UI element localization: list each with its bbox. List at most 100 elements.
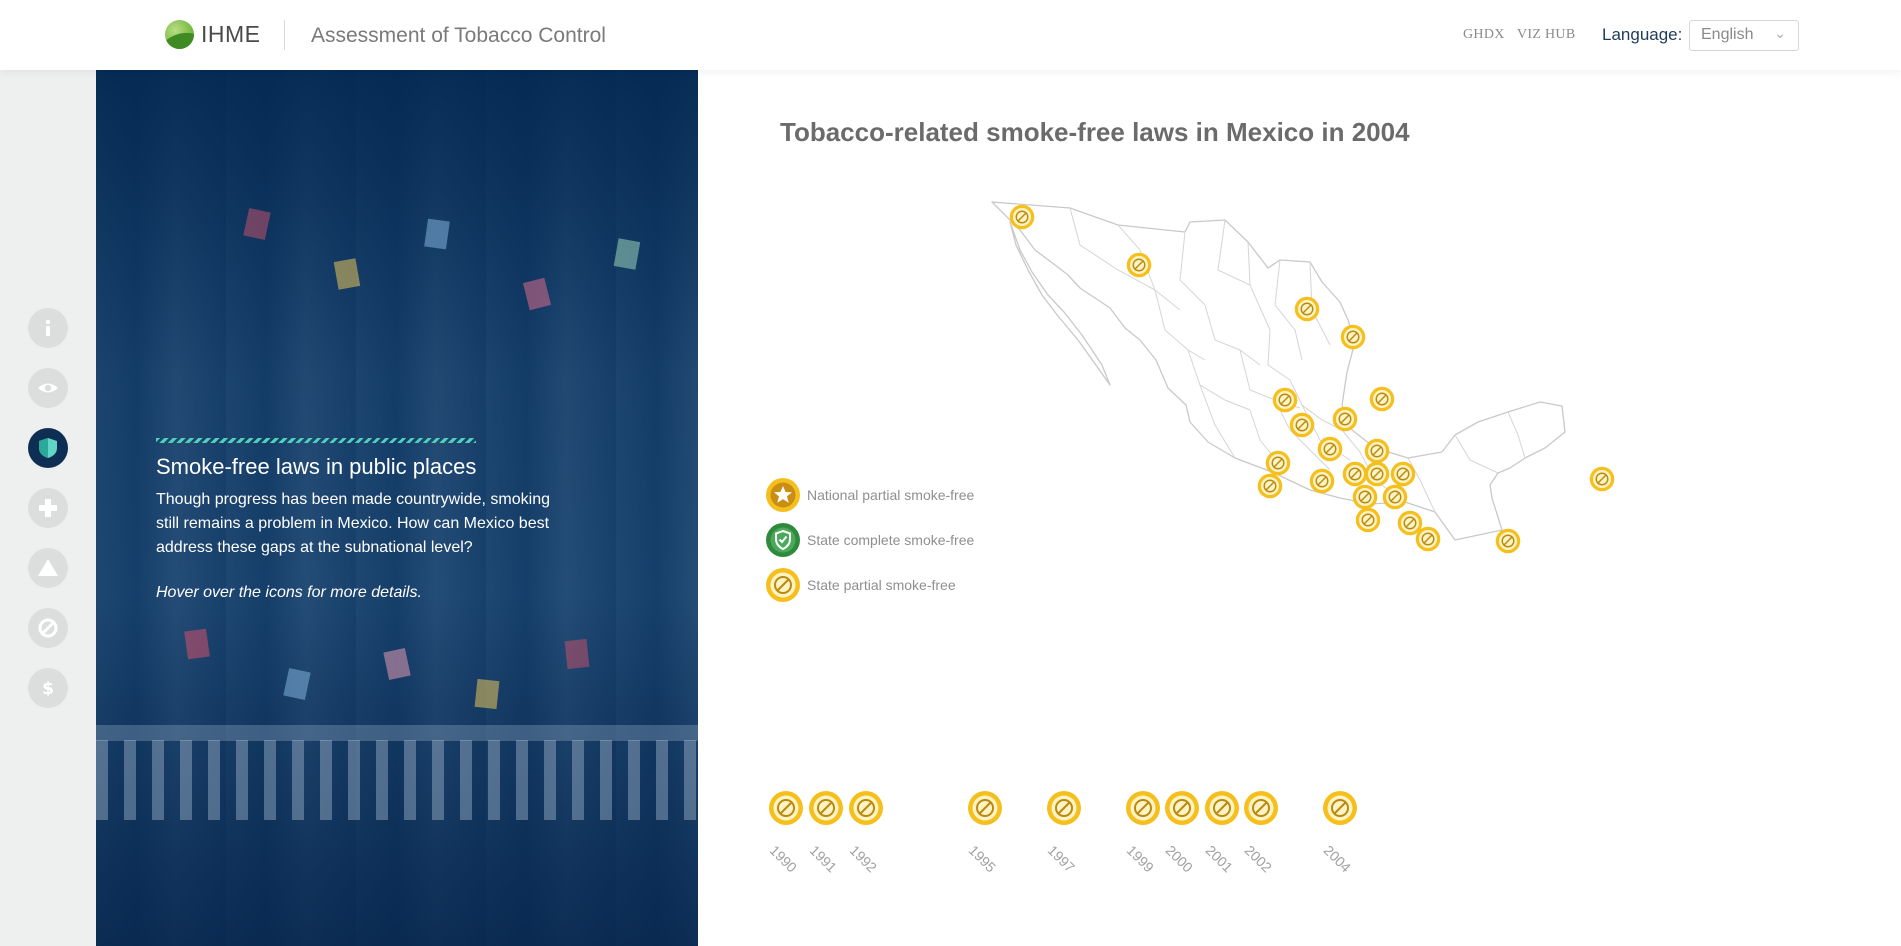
no-smoking-icon bbox=[38, 618, 58, 638]
shield-icon bbox=[39, 438, 57, 458]
timeline-year-2001[interactable]: 2001 bbox=[1202, 790, 1244, 880]
nav-link-viz-hub[interactable]: VIZ HUB bbox=[1517, 27, 1575, 43]
state-partial-marker-icon[interactable] bbox=[1309, 468, 1335, 494]
story-heading: Smoke-free laws in public places bbox=[156, 454, 477, 479]
timeline-year-label: 1992 bbox=[846, 842, 881, 876]
mexico-map bbox=[991, 201, 1566, 541]
timeline-year-2004[interactable]: 2004 bbox=[1320, 790, 1362, 880]
story-panel: Smoke-free laws in public places Though … bbox=[96, 70, 698, 946]
timeline-year-label: 1990 bbox=[766, 842, 801, 876]
no-smoking-badge-icon bbox=[1165, 791, 1199, 825]
no-smoking-badge-icon bbox=[1126, 791, 1160, 825]
rail-item-info[interactable] bbox=[28, 308, 68, 348]
papel-picado-flag bbox=[184, 628, 210, 660]
rail-item-plus[interactable] bbox=[28, 488, 68, 528]
timeline-year-label: 2004 bbox=[1320, 842, 1355, 876]
legend-label: State partial smoke-free bbox=[807, 577, 956, 593]
papel-picado-flag bbox=[613, 238, 641, 270]
rail-item-smoke-free[interactable] bbox=[28, 428, 68, 468]
timeline-year-label: 1995 bbox=[965, 842, 1000, 876]
rail-item-no-smoking[interactable] bbox=[28, 608, 68, 648]
ihme-logo[interactable]: IHME bbox=[165, 20, 261, 49]
timeline-year-1990[interactable]: 1990 bbox=[766, 790, 808, 880]
chevron-down-icon: ⌄ bbox=[1774, 25, 1786, 41]
story-hint: Hover over the icons for more details. bbox=[156, 584, 422, 601]
state-partial-marker-icon[interactable] bbox=[1257, 473, 1283, 499]
story-body: Though progress has been made countrywid… bbox=[156, 491, 550, 556]
timeline-year-label: 2002 bbox=[1241, 842, 1276, 876]
state-partial-marker-icon[interactable] bbox=[1009, 204, 1035, 230]
state-partial-marker-icon[interactable] bbox=[1340, 324, 1366, 350]
legend-item-state-partial[interactable]: State partial smoke-free bbox=[765, 567, 956, 603]
timeline-year-1991[interactable]: 1991 bbox=[806, 790, 848, 880]
state-partial-marker-icon[interactable] bbox=[1382, 484, 1408, 510]
rail-item-dollar[interactable]: $ bbox=[28, 668, 68, 708]
state-partial-marker-icon[interactable] bbox=[1589, 466, 1615, 492]
language-select[interactable]: English ⌄ bbox=[1689, 20, 1799, 51]
state-partial-marker-icon[interactable] bbox=[1415, 526, 1441, 552]
state-partial-marker-icon[interactable] bbox=[1294, 296, 1320, 322]
no-smoking-badge-icon bbox=[849, 791, 883, 825]
svg-text:$: $ bbox=[42, 679, 54, 699]
rail-item-warning[interactable] bbox=[28, 548, 68, 588]
rail-item-eye[interactable] bbox=[28, 368, 68, 408]
balcony-railing-top bbox=[96, 725, 698, 741]
state-partial-marker-icon[interactable] bbox=[1272, 387, 1298, 413]
papel-picado-flag bbox=[522, 277, 552, 311]
plus-icon bbox=[39, 499, 57, 517]
state-partial-marker-icon[interactable] bbox=[1289, 412, 1315, 438]
timeline-year-label: 1999 bbox=[1123, 842, 1158, 876]
timeline-year-label: 1997 bbox=[1044, 842, 1079, 876]
chart-title: Tobacco-related smoke-free laws in Mexic… bbox=[780, 117, 1410, 147]
papel-picado-flag bbox=[283, 668, 311, 700]
balcony-railing bbox=[96, 740, 698, 820]
no-smoking-badge-icon bbox=[1323, 791, 1357, 825]
state-partial-marker-icon[interactable] bbox=[1369, 386, 1395, 412]
ihme-logo-icon bbox=[165, 20, 194, 49]
state-partial-marker-icon[interactable] bbox=[1332, 406, 1358, 432]
language-value: English bbox=[1701, 26, 1754, 43]
eye-icon bbox=[38, 383, 58, 393]
no-smoking-badge-icon bbox=[1205, 791, 1239, 825]
shield-badge-icon bbox=[766, 523, 800, 557]
papel-picado-flag bbox=[474, 678, 500, 710]
no-smoking-badge-icon bbox=[809, 791, 843, 825]
legend-item-national-partial[interactable]: National partial smoke-free bbox=[765, 477, 974, 513]
star-badge-icon bbox=[766, 478, 800, 512]
state-partial-marker-icon[interactable] bbox=[1126, 252, 1152, 278]
papel-picado-flag bbox=[333, 258, 361, 290]
state-partial-marker-icon[interactable] bbox=[1495, 528, 1521, 554]
papel-picado-flag bbox=[383, 648, 411, 680]
nav-link-ghdx[interactable]: GHDX bbox=[1463, 27, 1505, 43]
timeline-year-1999[interactable]: 1999 bbox=[1123, 790, 1165, 880]
timeline-year-2000[interactable]: 2000 bbox=[1162, 790, 1204, 880]
timeline-year-label: 2000 bbox=[1162, 842, 1197, 876]
papel-picado-flag bbox=[424, 218, 450, 250]
warning-icon bbox=[38, 559, 58, 576]
timeline-year-label: 1991 bbox=[806, 842, 841, 876]
papel-picado-flag bbox=[243, 208, 271, 240]
state-partial-marker-icon[interactable] bbox=[1355, 507, 1381, 533]
no-smoking-badge-icon bbox=[769, 791, 803, 825]
timeline-year-1997[interactable]: 1997 bbox=[1044, 790, 1086, 880]
dollar-icon: $ bbox=[42, 679, 54, 699]
no-smoking-badge-icon bbox=[766, 568, 800, 602]
timeline-year-2002[interactable]: 2002 bbox=[1241, 790, 1283, 880]
language-label: Language: bbox=[1602, 25, 1683, 44]
timeline-year-1992[interactable]: 1992 bbox=[846, 790, 888, 880]
app-title: Assessment of Tobacco Control bbox=[311, 24, 606, 47]
section-accent-stripe bbox=[156, 438, 476, 443]
timeline-year-label: 2001 bbox=[1202, 842, 1237, 876]
no-smoking-badge-icon bbox=[968, 791, 1002, 825]
logo-text: IHME bbox=[201, 21, 261, 47]
legend-item-state-complete[interactable]: State complete smoke-free bbox=[765, 522, 974, 558]
top-header: IHME Assessment of Tobacco Control GHDX … bbox=[0, 0, 1901, 70]
no-smoking-badge-icon bbox=[1047, 791, 1081, 825]
header-divider bbox=[284, 20, 285, 50]
section-rail: $ bbox=[0, 70, 96, 946]
info-icon bbox=[45, 319, 51, 336]
timeline-year-1995[interactable]: 1995 bbox=[965, 790, 1007, 880]
state-partial-marker-icon[interactable] bbox=[1317, 436, 1343, 462]
papel-picado-flag bbox=[564, 638, 590, 670]
no-smoking-badge-icon bbox=[1244, 791, 1278, 825]
